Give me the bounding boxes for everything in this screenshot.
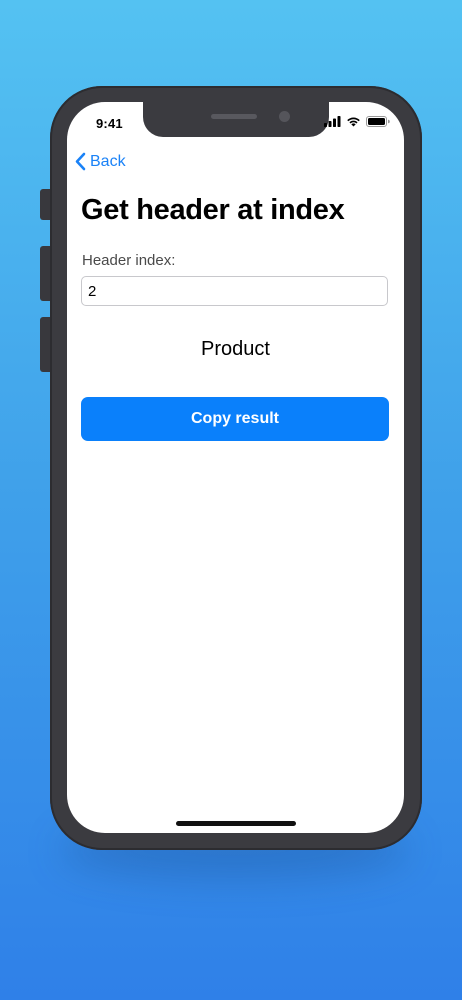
wifi-icon [347,117,360,127]
front-camera [279,111,290,122]
chevron-left-icon [75,152,86,171]
speaker-grille [211,114,257,119]
home-indicator [176,821,296,826]
header-index-label: Header index: [82,252,176,269]
back-button[interactable]: Back [75,152,126,171]
notch [143,102,329,137]
header-index-input[interactable] [81,276,388,306]
page-title: Get header at index [81,194,345,226]
device-screen: 9:41 Back Get header at index Header ind… [67,102,404,833]
back-label: Back [90,152,126,170]
copy-result-button[interactable]: Copy result [81,397,389,441]
status-time: 9:41 [96,116,123,131]
status-icons [324,116,390,127]
battery-icon [366,116,390,127]
result-text: Product [201,338,270,360]
cellular-signal-icon [324,116,341,127]
